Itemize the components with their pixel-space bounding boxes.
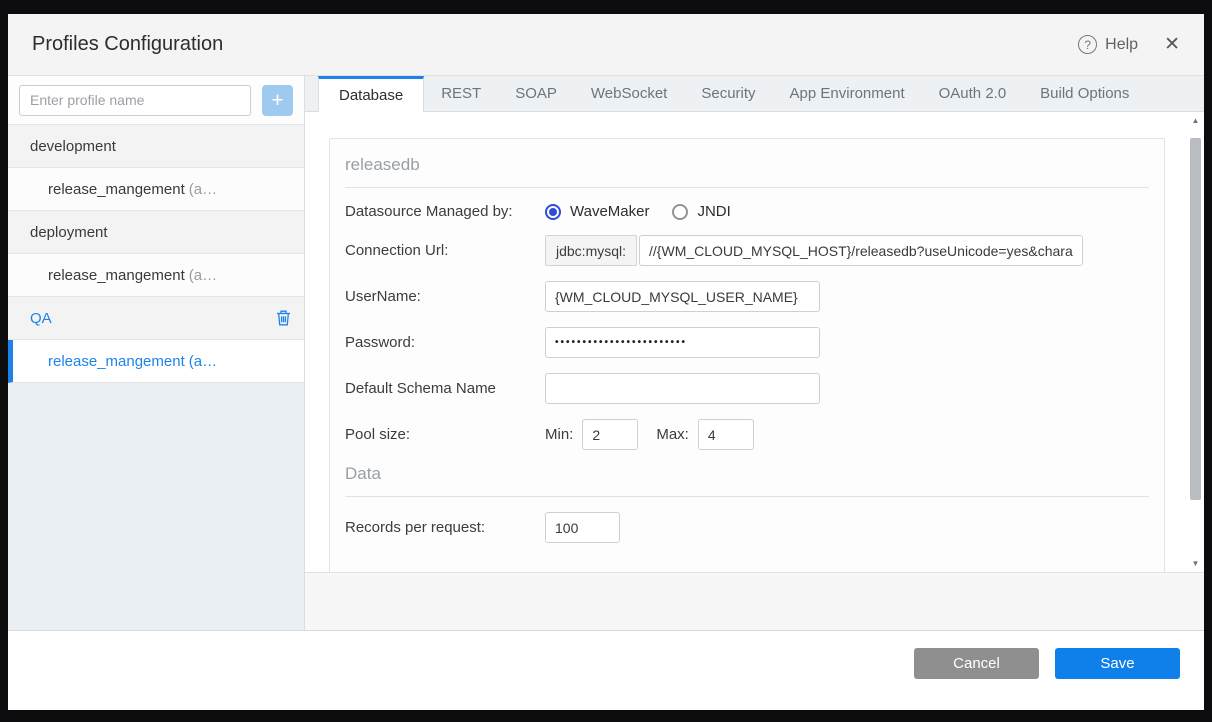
database-section-title: releasedb [345, 139, 1149, 188]
sidebar-item-development[interactable]: development [8, 125, 304, 168]
password-input[interactable] [545, 327, 820, 358]
connection-url-input[interactable] [639, 235, 1084, 266]
schema-label: Default Schema Name [345, 380, 496, 397]
username-input[interactable] [545, 281, 820, 312]
username-row: UserName: [345, 281, 1149, 312]
tab-oauth[interactable]: OAuth 2.0 [922, 76, 1024, 111]
profile-group-label: deployment [30, 223, 108, 241]
dialog-header: Profiles Configuration ? Help ✕ [8, 14, 1204, 76]
datasource-row: Datasource Managed by: WaveMaker JNDI [345, 203, 1149, 220]
profile-group-label: development [30, 137, 116, 155]
sidebar-item-deployment[interactable]: deployment [8, 211, 304, 254]
tab-websocket[interactable]: WebSocket [574, 76, 684, 111]
page-title: Profiles Configuration [32, 33, 224, 55]
db-item-label: release_mangement [48, 266, 185, 284]
tab-build-options[interactable]: Build Options [1023, 76, 1146, 111]
password-row: Password: [345, 327, 1149, 358]
close-icon[interactable]: ✕ [1164, 35, 1180, 54]
db-item-label: release_mangement [48, 180, 185, 198]
sidebar-item-deployment-db[interactable]: release_mangement (a… [8, 254, 304, 297]
tab-rest[interactable]: REST [424, 76, 498, 111]
schema-input[interactable] [545, 373, 820, 404]
help-icon: ? [1078, 35, 1098, 54]
tab-database[interactable]: Database [318, 76, 425, 112]
help-button[interactable]: ? Help [1078, 35, 1138, 54]
profiles-configuration-dialog: Profiles Configuration ? Help ✕ + develo… [8, 14, 1204, 710]
records-per-request-input[interactable] [545, 512, 620, 543]
schema-row: Default Schema Name [345, 373, 1149, 404]
sidebar-item-development-db[interactable]: release_mangement (a… [8, 168, 304, 211]
wavemaker-radio[interactable] [545, 203, 561, 220]
add-profile-button[interactable]: + [262, 84, 293, 116]
jndi-radio-label: JNDI [697, 203, 731, 220]
pool-size-label: Pool size: [345, 426, 411, 443]
db-item-suffix: (a… [188, 352, 218, 370]
wavemaker-radio-label: WaveMaker [570, 203, 650, 220]
database-tab-content: releasedb Datasource Managed by: WaveMak… [305, 112, 1204, 572]
cancel-button[interactable]: Cancel [914, 648, 1039, 679]
vertical-scrollbar[interactable]: ▲ ▼ [1188, 114, 1203, 570]
sidebar-item-qa[interactable]: QA [8, 297, 304, 340]
username-label: UserName: [345, 288, 421, 305]
connection-url-row: Connection Url: jdbc:mysql: [345, 235, 1149, 266]
profile-group-label: QA [30, 309, 52, 327]
delete-profile-icon[interactable] [276, 310, 291, 326]
profile-search-row: + [8, 76, 304, 125]
pool-size-row: Pool size: Min: Max: [345, 419, 1149, 450]
profile-tabs: Database REST SOAP WebSocket Security Ap… [305, 76, 1204, 112]
data-section-title: Data [345, 450, 1149, 497]
sidebar-item-qa-db[interactable]: release_mangement (a… [8, 340, 304, 383]
db-item-suffix: (a… [188, 180, 218, 198]
datasource-label: Datasource Managed by: [345, 203, 513, 220]
pool-min-label: Min: [545, 426, 574, 443]
db-item-suffix: (a… [188, 266, 218, 284]
tab-security[interactable]: Security [684, 76, 772, 111]
dialog-footer: Cancel Save [8, 630, 1204, 710]
tab-soap[interactable]: SOAP [498, 76, 574, 111]
scroll-up-icon[interactable]: ▲ [1188, 114, 1203, 127]
scrollbar-thumb[interactable] [1190, 138, 1201, 500]
tab-app-environment[interactable]: App Environment [773, 76, 922, 111]
pool-min-input[interactable] [582, 419, 639, 450]
connection-url-label: Connection Url: [345, 242, 449, 259]
jndi-radio[interactable] [672, 203, 689, 220]
records-per-request-row: Records per request: [345, 512, 1149, 543]
database-config-panel: releasedb Datasource Managed by: WaveMak… [329, 138, 1165, 572]
records-per-request-label: Records per request: [345, 519, 486, 536]
content-bottom-strip [305, 572, 1204, 630]
password-label: Password: [345, 334, 416, 351]
save-button[interactable]: Save [1055, 648, 1180, 679]
jdbc-prefix: jdbc:mysql: [545, 235, 638, 266]
pool-max-input[interactable] [697, 419, 754, 450]
pool-max-label: Max: [656, 426, 689, 443]
db-item-label: release_mangement [48, 352, 185, 370]
help-label: Help [1105, 35, 1139, 53]
scroll-down-icon[interactable]: ▼ [1188, 557, 1203, 570]
profiles-sidebar: + development release_mangement (a… depl… [8, 76, 305, 630]
profile-name-input[interactable] [19, 84, 251, 116]
